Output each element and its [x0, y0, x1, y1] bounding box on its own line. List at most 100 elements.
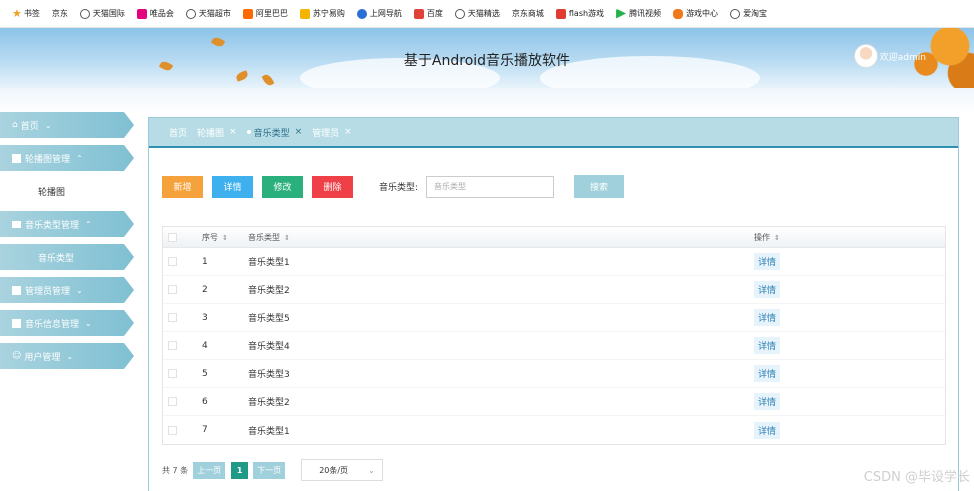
- bookmark-item[interactable]: ★ 书签: [12, 7, 40, 20]
- bookmark-label: 天猫超市: [198, 9, 231, 18]
- column-header-no[interactable]: 序号 ⇕: [202, 232, 248, 243]
- row-detail-link[interactable]: 详情: [754, 337, 781, 354]
- close-icon[interactable]: ×: [344, 127, 352, 137]
- alibaba-icon: [242, 8, 253, 19]
- column-header-op[interactable]: 操作 ⇕: [754, 232, 945, 243]
- bookmark-item[interactable]: 京东: [52, 8, 68, 19]
- next-page-button[interactable]: 下一页: [253, 461, 286, 479]
- bookmark-label: 阿里巴巴: [255, 9, 288, 18]
- table-row[interactable]: 7 音乐类型1 详情: [163, 416, 945, 444]
- table-row[interactable]: 3 音乐类型5 详情: [163, 304, 945, 332]
- page-number-button[interactable]: 1: [231, 461, 249, 479]
- sidebar-item-label: 轮播图管理: [25, 154, 71, 165]
- bookmark-item[interactable]: 阿里巴巴: [242, 8, 288, 19]
- tab-label: 管理员: [312, 128, 340, 139]
- toolbar: 新增 详情 修改 删除 音乐类型: 音乐类型 搜索: [162, 175, 633, 198]
- bookmark-item[interactable]: 天猫国际: [79, 8, 125, 19]
- table-row[interactable]: 6 音乐类型2 详情: [163, 388, 945, 416]
- detail-button[interactable]: 详情: [212, 175, 253, 198]
- table-row[interactable]: 5 音乐类型3 详情: [163, 360, 945, 388]
- row-detail-link[interactable]: 详情: [754, 253, 781, 270]
- column-header-type[interactable]: 音乐类型 ⇕: [248, 232, 754, 243]
- table-header: 序号 ⇕ 音乐类型 ⇕ 操作 ⇕: [163, 227, 945, 248]
- bookmark-item[interactable]: 百度: [413, 8, 443, 19]
- table-row[interactable]: 4 音乐类型4 详情: [163, 332, 945, 360]
- prev-page-button[interactable]: 上一页: [193, 461, 226, 479]
- sidebar-item-carousel-mgmt[interactable]: 轮播图管理 ⌃: [0, 145, 134, 171]
- select-all-checkbox[interactable]: [168, 232, 177, 242]
- tab-carousel[interactable]: 轮播图 ×: [197, 126, 237, 139]
- music-type-search-input[interactable]: 音乐类型: [426, 175, 555, 198]
- sort-icon[interactable]: ⇕: [222, 234, 228, 242]
- row-checkbox[interactable]: [168, 285, 177, 294]
- bookmark-item[interactable]: 唯品会: [136, 8, 174, 19]
- bookmark-item[interactable]: 天猫超市: [185, 8, 231, 19]
- close-icon[interactable]: ×: [295, 127, 303, 137]
- bookmark-label: 天猫国际: [92, 9, 125, 18]
- tab-admin[interactable]: 管理员 ×: [312, 126, 352, 139]
- tab-label: 首页: [169, 128, 188, 139]
- table-row[interactable]: 1 音乐类型1 详情: [163, 248, 945, 276]
- tab-music-type[interactable]: 音乐类型 ×: [246, 126, 303, 139]
- bookmark-item[interactable]: 上网导航: [356, 8, 402, 19]
- sidebar-item-music-type-mgmt[interactable]: 音乐类型管理 ⌃: [0, 211, 134, 237]
- sidebar-item-home[interactable]: ⌂ 首页 ⌄: [0, 112, 134, 138]
- bookmark-label: 腾讯视频: [629, 9, 662, 18]
- row-checkbox[interactable]: [168, 313, 177, 322]
- vip-icon: [136, 8, 147, 19]
- table-row[interactable]: 2 音乐类型2 详情: [163, 276, 945, 304]
- bookmark-label: flash游戏: [568, 9, 605, 18]
- search-button[interactable]: 搜索: [574, 175, 625, 198]
- row-checkbox[interactable]: [168, 397, 177, 406]
- sidebar-subitem-music-type[interactable]: 音乐类型: [0, 244, 134, 270]
- sort-icon[interactable]: ⇕: [774, 234, 780, 242]
- bookmark-item[interactable]: 天猫精选: [454, 8, 500, 19]
- tab-label: 音乐类型: [253, 128, 290, 139]
- bookmark-item[interactable]: flash游戏: [555, 8, 605, 19]
- total-count: 共 7 条: [162, 465, 189, 475]
- row-detail-link[interactable]: 详情: [754, 393, 781, 410]
- add-button[interactable]: 新增: [162, 175, 203, 198]
- cell-type: 音乐类型4: [248, 342, 290, 352]
- bookmark-label: 天猫精选: [467, 9, 500, 18]
- gamepad-icon: [673, 8, 684, 19]
- sidebar-item-user-mgmt[interactable]: ☺ 用户管理 ⌄: [0, 343, 134, 369]
- cell-type: 音乐类型2: [248, 286, 290, 296]
- chevron-down-icon: ⌄: [44, 120, 52, 130]
- edit-button[interactable]: 修改: [262, 175, 303, 198]
- bookmark-item[interactable]: 腾讯视频: [616, 8, 661, 19]
- row-detail-link[interactable]: 详情: [754, 281, 781, 298]
- list-icon: [12, 220, 21, 228]
- row-checkbox[interactable]: [168, 369, 177, 378]
- row-detail-link[interactable]: 详情: [754, 365, 781, 382]
- cell-type: 音乐类型2: [248, 398, 290, 408]
- sidebar-subitem-label: 音乐类型: [38, 253, 75, 264]
- play-icon: [616, 8, 627, 19]
- page-size-select[interactable]: 20条/页 ⌄: [301, 459, 384, 481]
- sidebar-item-music-info-mgmt[interactable]: 音乐信息管理 ⌄: [0, 310, 134, 336]
- close-icon[interactable]: ×: [229, 127, 237, 137]
- delete-button[interactable]: 删除: [312, 175, 353, 198]
- row-checkbox[interactable]: [168, 341, 177, 350]
- sidebar-subitem-carousel[interactable]: 轮播图: [0, 178, 140, 204]
- bookmark-item[interactable]: 京东商城: [512, 8, 544, 19]
- row-detail-link[interactable]: 详情: [754, 309, 781, 326]
- sort-icon[interactable]: ⇕: [284, 234, 290, 242]
- tab-home[interactable]: 首页: [169, 126, 187, 139]
- row-checkbox[interactable]: [168, 425, 177, 435]
- cell-no: 3: [202, 312, 208, 323]
- sidebar-item-label: 音乐类型管理: [25, 220, 80, 231]
- sidebar-item-label: 用户管理: [24, 352, 61, 363]
- bookmark-item[interactable]: 苏宁易购: [299, 8, 345, 19]
- row-detail-link[interactable]: 详情: [754, 421, 781, 439]
- cell-no: 6: [202, 396, 208, 407]
- sidebar-item-admin-mgmt[interactable]: 管理员管理 ⌄: [0, 277, 134, 303]
- avatar[interactable]: [854, 44, 878, 68]
- page-size-value: 20条/页: [319, 465, 349, 475]
- pagination: 共 7 条 上一页 1 下一页 20条/页 ⌄: [162, 459, 384, 481]
- sidebar-item-label: 首页: [20, 121, 39, 132]
- bookmark-item[interactable]: 爱淘宝: [730, 8, 767, 19]
- bookmark-item[interactable]: 游戏中心: [673, 8, 718, 19]
- bookmark-label: 游戏中心: [686, 9, 719, 18]
- row-checkbox[interactable]: [168, 257, 177, 266]
